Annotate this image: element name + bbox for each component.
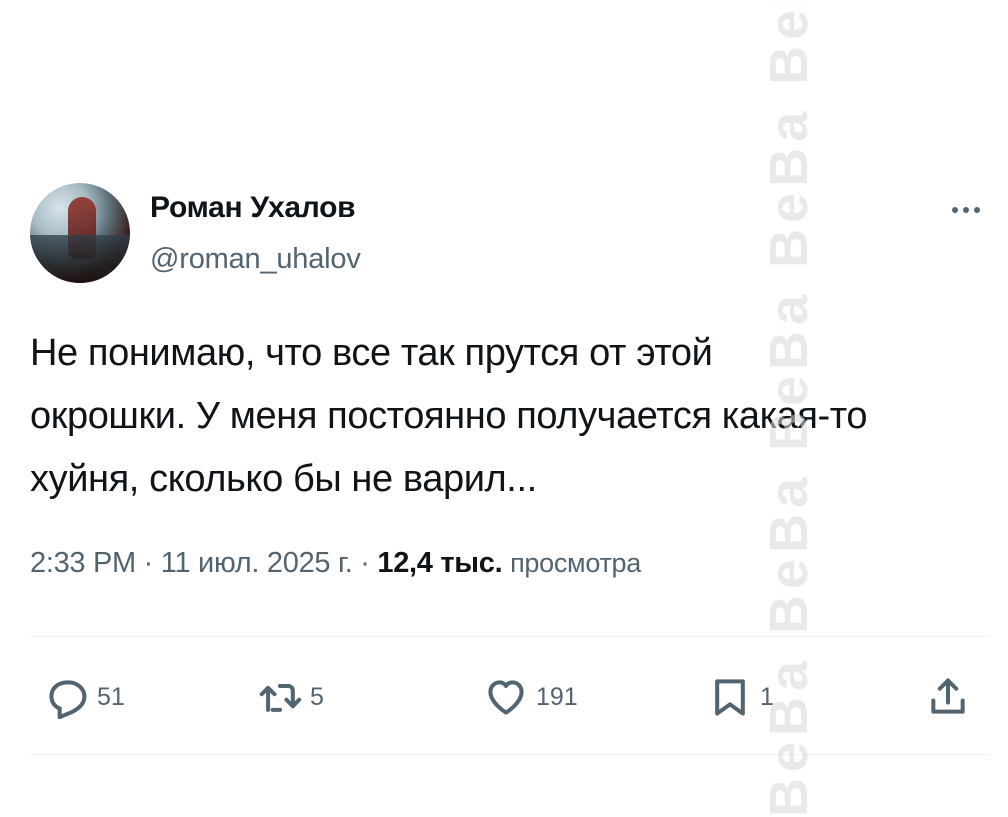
tweet-date[interactable]: 11 июл. 2025 г. <box>161 547 353 579</box>
meta-separator: · <box>143 547 154 579</box>
more-horizontal-icon <box>952 207 980 213</box>
author-display-name[interactable]: Роман Ухалов <box>150 191 356 225</box>
bookmark-icon <box>715 679 745 716</box>
tweet-meta: 2:33 PM · 11 июл. 2025 г. · 12,4 тыс. пр… <box>30 547 641 580</box>
more-options-button[interactable] <box>944 188 988 232</box>
reply-button[interactable]: 51 <box>45 672 125 722</box>
views-count[interactable]: 12,4 тыс. <box>377 547 502 579</box>
retweet-count: 5 <box>310 682 324 711</box>
like-count: 191 <box>536 682 578 711</box>
bookmark-count: 1 <box>760 682 774 711</box>
retweet-icon <box>259 683 302 712</box>
tweet-time[interactable]: 2:33 PM <box>30 547 136 579</box>
like-button[interactable]: 191 <box>484 672 578 722</box>
tweet-text: Не понимаю, что все так прутся от этой о… <box>30 332 868 500</box>
tweet-card: Роман Ухалов @roman_uhalov Не понимаю, ч… <box>0 0 1008 817</box>
avatar[interactable] <box>30 183 130 283</box>
divider <box>30 754 990 755</box>
meta-separator: · <box>360 547 370 579</box>
heart-icon <box>488 680 524 715</box>
views-label: просмотра <box>510 548 641 578</box>
reply-count: 51 <box>97 682 125 711</box>
author-handle[interactable]: @roman_uhalov <box>150 243 361 276</box>
retweet-button[interactable]: 5 <box>258 672 324 722</box>
divider <box>30 636 990 637</box>
reply-icon <box>49 680 87 719</box>
share-button[interactable] <box>926 672 970 722</box>
bookmark-button[interactable]: 1 <box>708 672 774 722</box>
share-icon <box>931 678 965 714</box>
